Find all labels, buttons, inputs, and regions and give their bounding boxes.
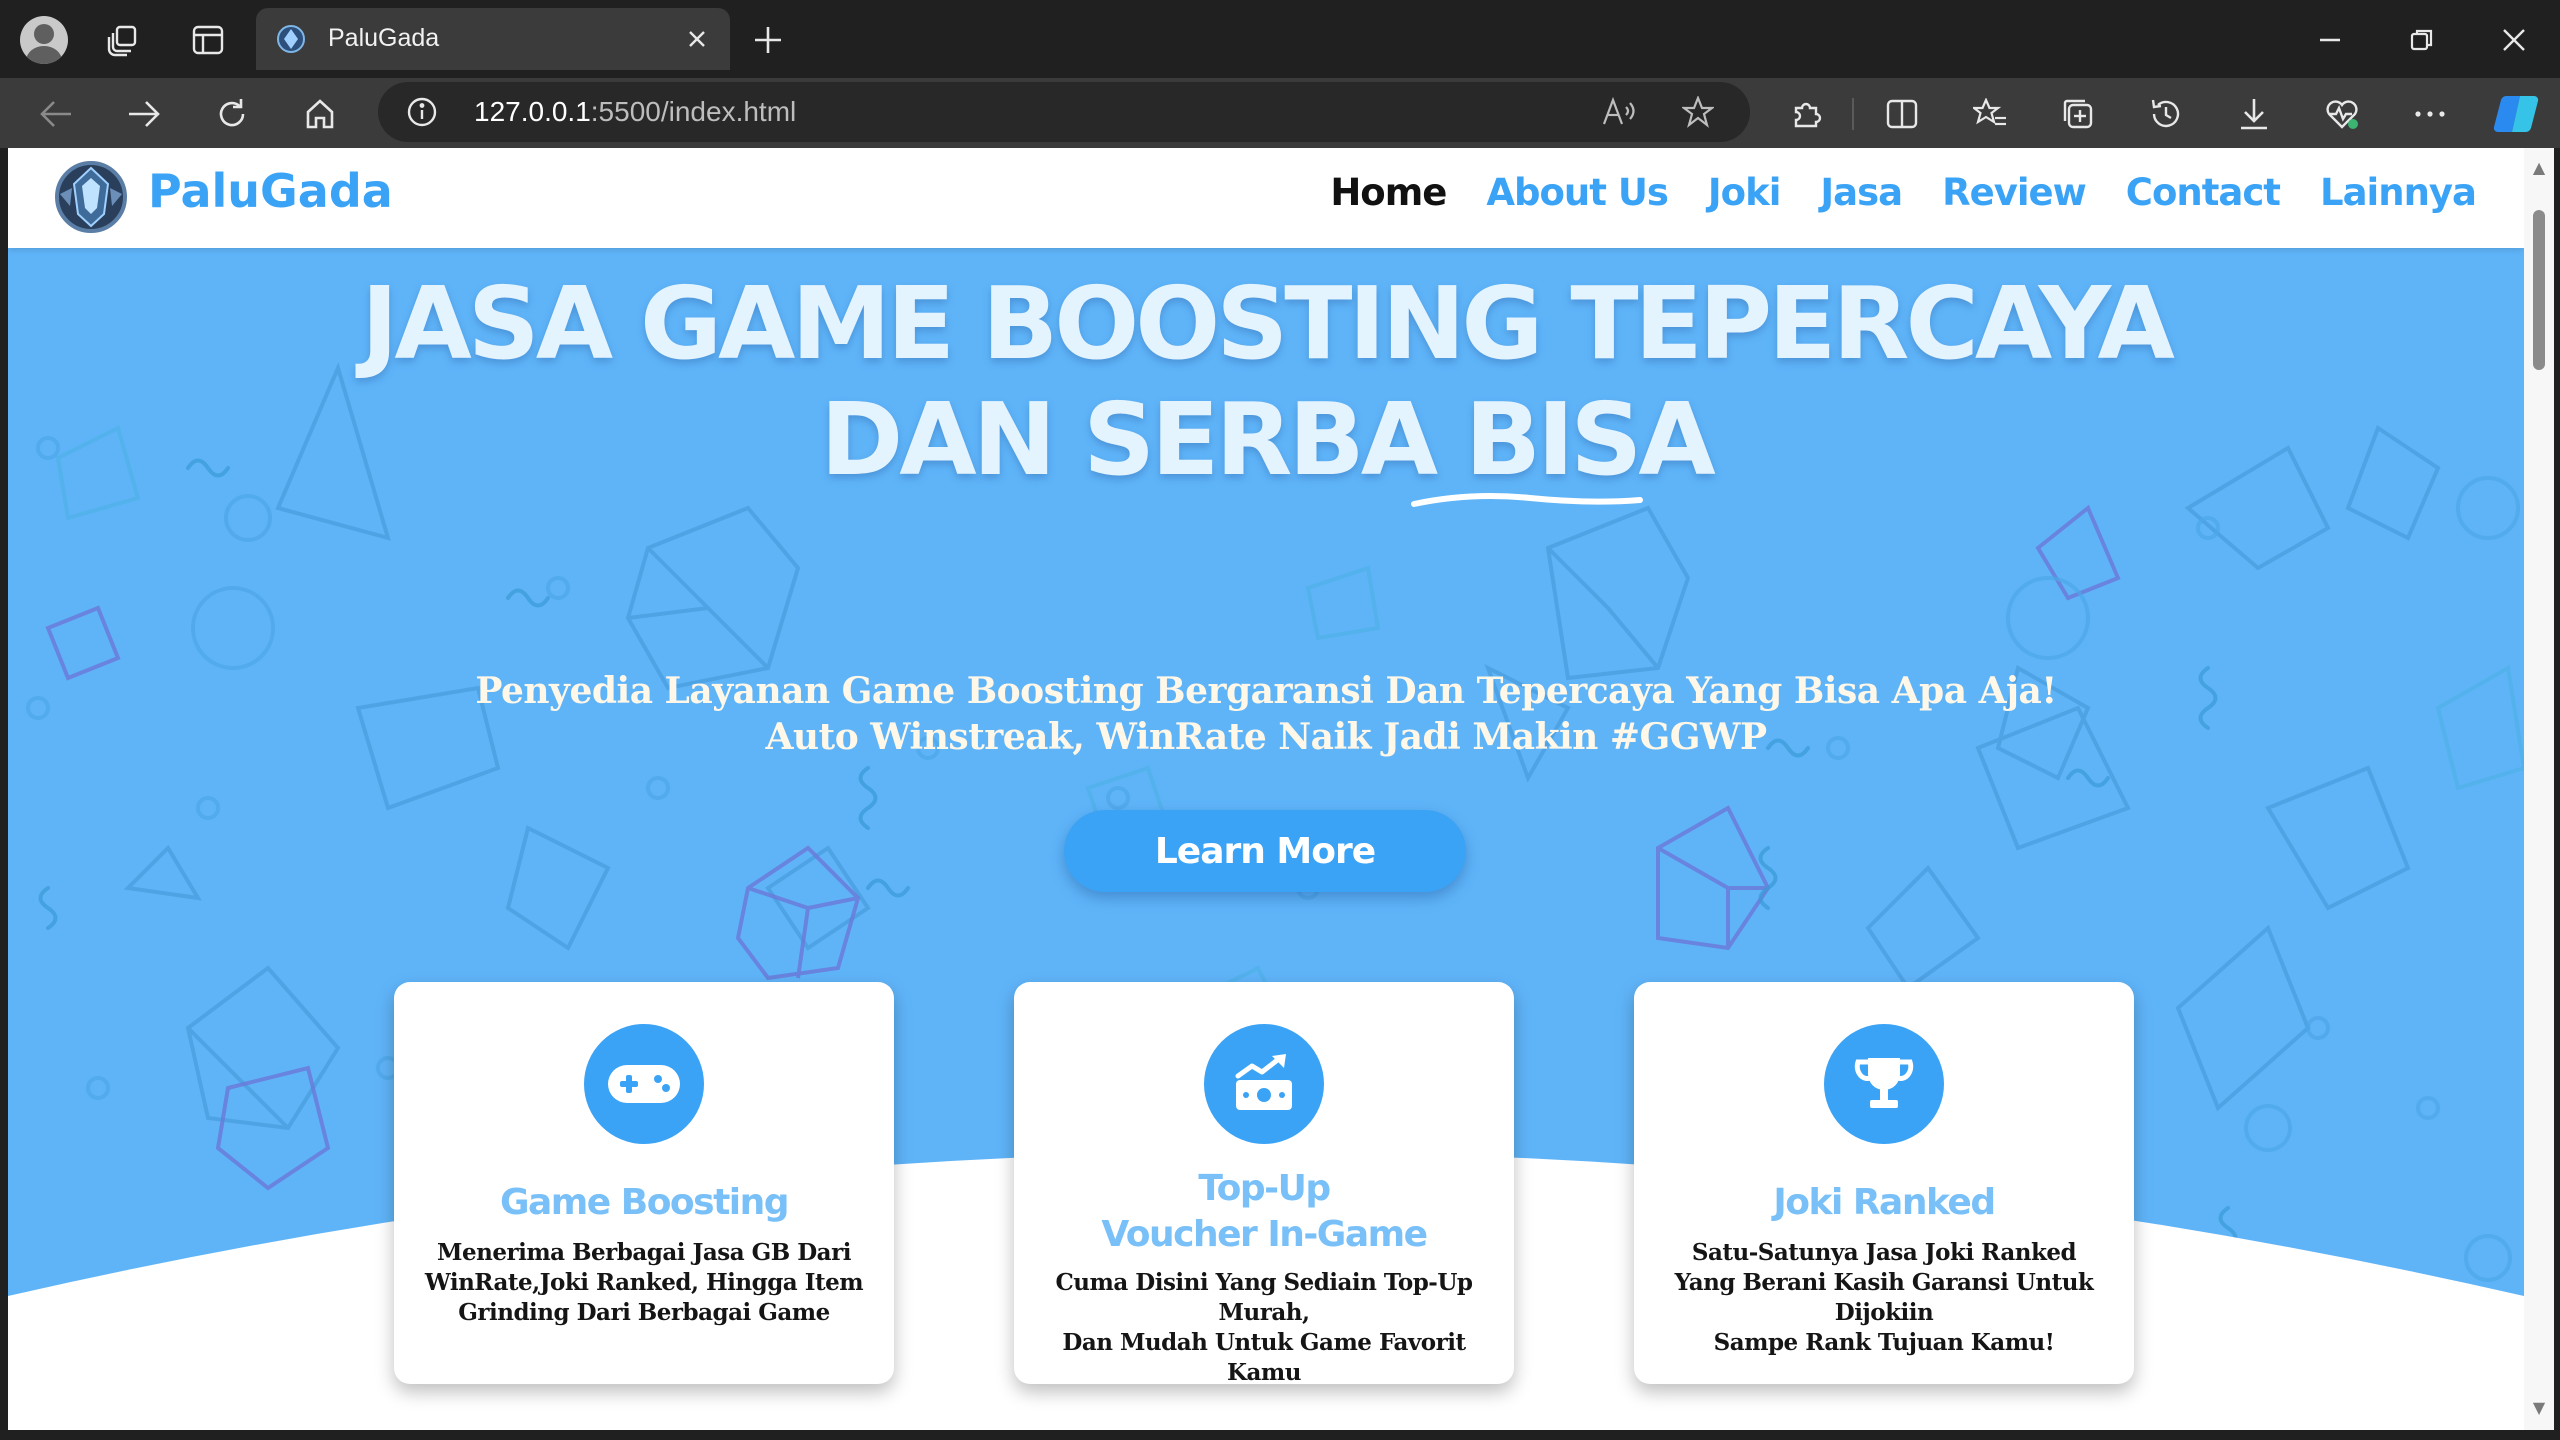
trophy-icon	[1824, 1024, 1944, 1144]
favorites-icon[interactable]	[1968, 92, 2012, 136]
close-window-icon[interactable]	[2494, 20, 2534, 60]
learn-more-button[interactable]: Learn More	[1064, 810, 1466, 892]
home-icon[interactable]	[298, 92, 342, 136]
card-description: Menerima Berbagai Jasa GB Dari WinRate,J…	[424, 1239, 864, 1326]
forward-icon[interactable]	[122, 92, 166, 136]
split-screen-icon[interactable]	[1880, 92, 1924, 136]
scroll-up-icon[interactable]: ▲	[2529, 158, 2549, 178]
nav-joki[interactable]: Joki	[1708, 171, 1781, 214]
nav-review[interactable]: Review	[1942, 171, 2087, 214]
hero-subtitle: Penyedia Layanan Game Boosting Bergarans…	[475, 670, 2057, 758]
site-info-icon[interactable]	[404, 94, 440, 130]
new-tab-icon[interactable]	[748, 20, 788, 60]
service-card-top-up[interactable]: Top-Up Voucher In-Game Cuma Disini Yang …	[1014, 982, 1514, 1386]
site-navbar: PaluGada Home About Us Joki Jasa Review …	[8, 148, 2524, 248]
collections-icon[interactable]	[2056, 92, 2100, 136]
main-nav: Home About Us Joki Jasa Review Contact L…	[1330, 162, 2477, 222]
scroll-thumb[interactable]	[2533, 210, 2545, 370]
url-text: 127.0.0.1:5500/index.html	[474, 96, 797, 127]
history-icon[interactable]	[2144, 92, 2188, 136]
hero-section: JASA GAME BOOSTING TEPERCAYA DAN SERBA B…	[8, 248, 2524, 1430]
favorite-star-icon[interactable]	[1678, 94, 1718, 130]
service-card-game-boosting[interactable]: Game Boosting Menerima Berbagai Jasa GB …	[394, 982, 894, 1384]
card-title: Joki Ranked	[1773, 1182, 1996, 1223]
nav-lainnya[interactable]: Lainnya	[2320, 171, 2477, 214]
money-growth-icon	[1204, 1024, 1324, 1144]
gamepad-icon	[584, 1024, 704, 1144]
title-underline-decoration	[1411, 493, 1643, 507]
nav-home[interactable]: Home	[1330, 171, 1447, 214]
card-title: Game Boosting	[499, 1182, 790, 1223]
more-options-icon[interactable]	[2408, 92, 2452, 136]
tab-actions-icon[interactable]	[186, 20, 230, 60]
browser-toolbar: 127.0.0.1:5500/index.html	[0, 78, 2560, 148]
tab-title: PaluGada	[328, 24, 440, 52]
restore-icon[interactable]	[2402, 20, 2442, 60]
hero-title-line2: DAN SERBA BISA	[820, 381, 1716, 498]
palugada-logo-icon[interactable]	[52, 158, 130, 236]
profile-avatar-icon[interactable]	[20, 16, 68, 64]
scroll-down-icon[interactable]: ▼	[2529, 1398, 2549, 1418]
card-description: Cuma Disini Yang Sediain Top-Up Murah, D…	[1055, 1269, 1473, 1386]
service-card-joki-ranked[interactable]: Joki Ranked Satu-Satunya Jasa Joki Ranke…	[1634, 982, 2134, 1384]
card-title: Top-Up Voucher In-Game	[1101, 1168, 1428, 1255]
browser-titlebar: PaluGada	[0, 0, 2560, 78]
extensions-icon[interactable]	[1784, 92, 1828, 136]
hero-title-highlight: BISA	[1464, 381, 1716, 498]
hero-title: JASA GAME BOOSTING TEPERCAYA DAN SERBA B…	[8, 266, 2524, 498]
address-bar[interactable]: 127.0.0.1:5500/index.html	[378, 82, 1750, 142]
workspaces-icon[interactable]	[102, 20, 146, 60]
palugada-favicon-icon	[277, 25, 305, 53]
brand-name[interactable]: PaluGada	[148, 164, 393, 218]
back-icon[interactable]	[34, 92, 78, 136]
downloads-icon[interactable]	[2232, 92, 2276, 136]
browser-essentials-icon[interactable]	[2320, 92, 2364, 136]
browser-tab[interactable]: PaluGada	[256, 8, 730, 70]
tab-close-icon[interactable]	[680, 22, 714, 56]
page-viewport: PaluGada Home About Us Joki Jasa Review …	[8, 148, 2524, 1430]
read-aloud-icon[interactable]	[1600, 94, 1640, 130]
refresh-icon[interactable]	[210, 92, 254, 136]
nav-jasa[interactable]: Jasa	[1820, 171, 1903, 214]
nav-about-us[interactable]: About Us	[1486, 171, 1669, 214]
page-scrollbar[interactable]: ▲ ▼	[2524, 148, 2554, 1430]
hero-title-line1: JASA GAME BOOSTING TEPERCAYA	[361, 265, 2175, 382]
nav-contact[interactable]: Contact	[2126, 171, 2281, 214]
minimize-icon[interactable]	[2310, 20, 2350, 60]
copilot-icon[interactable]	[2490, 88, 2542, 140]
card-description: Satu-Satunya Jasa Joki Ranked Yang Beran…	[1674, 1239, 2094, 1356]
